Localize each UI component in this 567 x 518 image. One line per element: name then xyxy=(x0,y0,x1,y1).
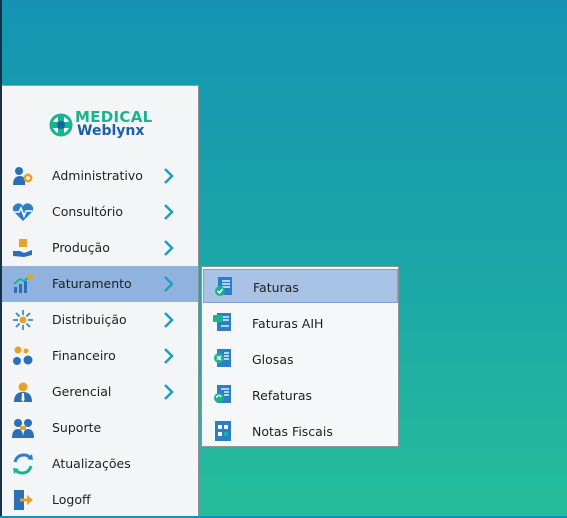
menu-item-faturamento[interactable]: Faturamento xyxy=(2,266,198,302)
chart-bars-icon xyxy=(13,274,33,293)
submenu-item-faturas-aih[interactable]: Faturas AIH xyxy=(202,305,398,341)
menu-label: Distribuição xyxy=(52,312,127,327)
menu-item-consultorio[interactable]: Consultório xyxy=(2,194,198,230)
submenu-label: Notas Fiscais xyxy=(252,424,333,439)
heart-pulse-icon xyxy=(12,203,34,221)
coins-icon xyxy=(13,346,33,365)
invoice-redo-icon xyxy=(214,385,231,403)
logo: MEDICAL Weblynx xyxy=(48,108,158,140)
menu-item-suporte[interactable]: Suporte xyxy=(2,410,198,446)
chevron-right-icon xyxy=(164,348,174,364)
invoice-aih-icon xyxy=(213,313,231,331)
main-menu: MEDICAL Weblynx Administrativo Consultór… xyxy=(2,85,199,516)
menu-label: Atualizações xyxy=(52,456,131,471)
chevron-right-icon xyxy=(164,204,174,220)
menu-label: Logoff xyxy=(52,492,91,507)
submenu-item-notas-fiscais[interactable]: Notas Fiscais xyxy=(202,413,398,449)
menu-item-financeiro[interactable]: Financeiro xyxy=(2,338,198,374)
submenu-label: Faturas xyxy=(253,280,299,295)
hand-box-icon xyxy=(13,239,32,257)
menu-item-administrativo[interactable]: Administrativo xyxy=(2,158,198,194)
manager-icon xyxy=(14,382,32,402)
menu-label: Faturamento xyxy=(52,276,132,291)
menu-label: Consultório xyxy=(52,204,124,219)
chevron-right-icon xyxy=(164,240,174,256)
faturamento-submenu: Faturas Faturas AIH Glosas Refaturas Not… xyxy=(201,266,399,447)
menu-label: Suporte xyxy=(52,420,102,435)
chevron-right-icon xyxy=(164,276,174,292)
logo-cross-icon xyxy=(49,113,73,137)
invoice-check-icon xyxy=(215,277,232,296)
logoff-icon xyxy=(14,490,33,510)
submenu-item-glosas[interactable]: Glosas xyxy=(202,341,398,377)
menu-item-logoff[interactable]: Logoff xyxy=(2,482,198,518)
menu-item-producao[interactable]: Produção xyxy=(2,230,198,266)
submenu-label: Faturas AIH xyxy=(252,316,324,331)
chevron-right-icon xyxy=(164,384,174,400)
submenu-item-refaturas[interactable]: Refaturas xyxy=(202,377,398,413)
network-icon xyxy=(13,310,33,330)
chevron-right-icon xyxy=(164,168,174,184)
support-icon xyxy=(12,419,34,438)
invoice-x-icon xyxy=(214,349,231,367)
menu-item-gerencial[interactable]: Gerencial xyxy=(2,374,198,410)
menu-label: Gerencial xyxy=(52,384,112,399)
menu-item-distribuicao[interactable]: Distribuição xyxy=(2,302,198,338)
people-gear-icon xyxy=(13,167,33,185)
refresh-icon xyxy=(13,453,33,475)
menu-label: Financeiro xyxy=(52,348,116,363)
logo-text-weblynx: Weblynx xyxy=(77,123,145,139)
menu-label: Administrativo xyxy=(52,168,143,183)
submenu-item-faturas[interactable]: Faturas xyxy=(203,269,398,303)
menu-item-atualizacoes[interactable]: Atualizações xyxy=(2,446,198,482)
submenu-label: Glosas xyxy=(252,352,294,367)
chevron-right-icon xyxy=(164,312,174,328)
fiscal-note-icon xyxy=(215,421,231,441)
submenu-label: Refaturas xyxy=(252,388,313,403)
menu-label: Produção xyxy=(52,240,110,255)
